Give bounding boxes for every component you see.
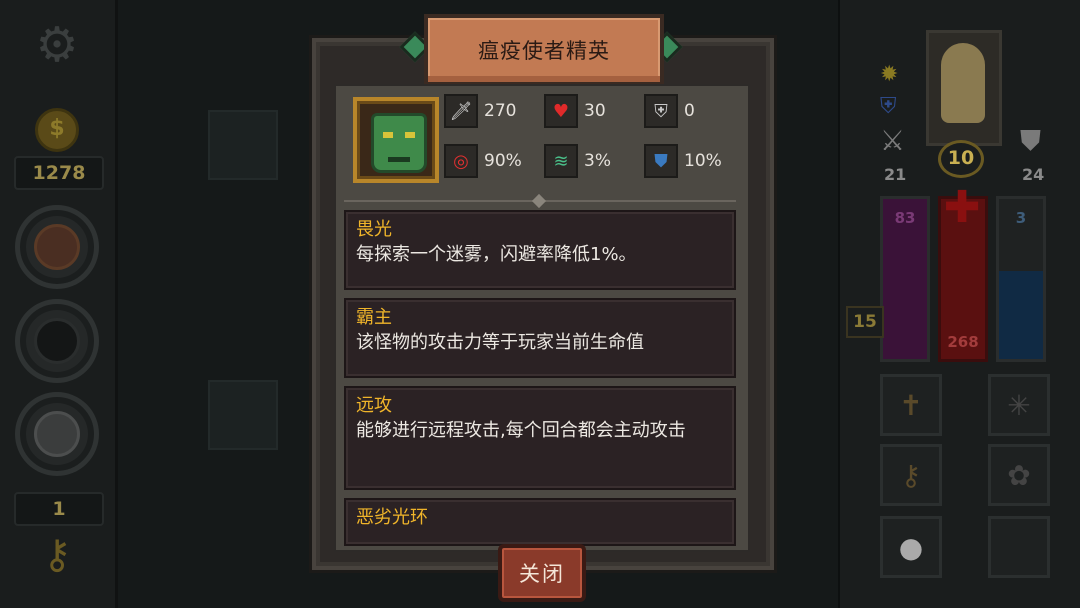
skill-card: 恶劣光环 — [344, 498, 736, 546]
key-count: 1 — [14, 492, 104, 526]
flower-item-slot[interactable]: ✿ — [988, 444, 1050, 506]
stat-resist-value: 10% — [684, 151, 722, 171]
shield-icon: ⛨ — [644, 94, 678, 128]
ring-equipment-slot[interactable] — [14, 299, 100, 383]
hero-attack-value: 21 — [884, 165, 907, 184]
stat-dodge-value: 3% — [584, 151, 611, 171]
target-icon: ◎ — [444, 144, 478, 178]
potion-item-slot[interactable]: ● — [880, 516, 942, 578]
close-button[interactable]: 关闭 — [498, 544, 586, 602]
skill-desc: 能够进行远程攻击,每个回合都会主动攻击 — [356, 420, 686, 441]
skill-name: 恶劣光环 — [356, 507, 428, 528]
weapon-equipment-slot[interactable] — [14, 392, 100, 476]
cross-item-slot[interactable]: ✝ — [880, 374, 942, 436]
shield-bar: 3 — [996, 196, 1046, 362]
stat-dodge: ≋ 3% — [544, 144, 611, 178]
settings-gear-icon[interactable]: ⚙ — [14, 17, 100, 73]
hp-value: 268 — [947, 333, 979, 351]
stat-hit: ◎ 90% — [444, 144, 522, 178]
helmet-status-icon: ⛨ — [880, 94, 897, 119]
stat-attack-value: 270 — [484, 101, 517, 121]
dungeon-tile — [208, 110, 278, 180]
gold-count: 1278 — [14, 156, 104, 190]
key-icon: ⚷ — [42, 532, 72, 578]
key-item-slot[interactable]: ⚷ — [880, 444, 942, 506]
right-hud: ✹ ⛨ ⚔ ⛊ 10 21 24 83 268 ✚ 3 15 ✝ ✳ ⚷ ✿ ● — [840, 0, 1080, 608]
shield-value: 3 — [1015, 209, 1027, 227]
hero-defense-value: 24 — [1022, 165, 1045, 184]
plague-skull-icon — [371, 113, 427, 173]
skill-card: 畏光 每探索一个迷雾，闪避率降低1%。 — [344, 210, 736, 290]
sword-icon: ⚔ — [880, 124, 906, 157]
stat-resist: ⛊ 10% — [644, 144, 722, 178]
hero-portrait[interactable] — [926, 30, 1002, 146]
tornado-icon: ≋ — [544, 144, 578, 178]
stat-hit-value: 90% — [484, 151, 522, 171]
monster-name-banner: 瘟疫使者精英 — [424, 14, 664, 86]
skill-card: 霸主 该怪物的攻击力等于玩家当前生命值 — [344, 298, 736, 378]
left-hud: ⚙ $ 1278 1 ⚷ — [0, 0, 118, 608]
empty-item-slot[interactable] — [988, 516, 1050, 578]
divider — [344, 193, 736, 209]
stat-hp-value: 30 — [584, 101, 606, 121]
holy-item-slot[interactable]: ✳ — [988, 374, 1050, 436]
stat-defense-value: 0 — [684, 101, 695, 121]
shield-icon: ⛊ — [1020, 124, 1042, 157]
dungeon-tile — [208, 380, 278, 450]
stat-hp: ♥ 30 — [544, 94, 606, 128]
skill-desc: 每探索一个迷雾，闪避率降低1%。 — [356, 244, 637, 265]
hero-level-badge: 10 — [938, 140, 984, 178]
sun-status-icon: ✹ — [880, 62, 899, 87]
skill-card: 远攻 能够进行远程攻击,每个回合都会主动攻击 — [344, 386, 736, 490]
skill-desc: 该怪物的攻击力等于玩家当前生命值 — [356, 332, 644, 353]
floor-badge: 15 — [846, 306, 884, 338]
resist-shield-icon: ⛊ — [644, 144, 678, 178]
health-cross-icon: ✚ — [943, 182, 981, 233]
mana-bar: 83 — [880, 196, 930, 362]
shield-equipment-slot[interactable] — [14, 205, 100, 289]
gold-coin-icon: $ — [14, 108, 100, 152]
monster-portrait — [353, 97, 439, 183]
heart-icon: ♥ — [544, 94, 578, 128]
mana-value: 83 — [894, 209, 916, 227]
skill-name: 畏光 — [356, 219, 392, 240]
skill-name: 远攻 — [356, 395, 392, 416]
stat-defense: ⛨ 0 — [644, 94, 695, 128]
skill-name: 霸主 — [356, 307, 392, 328]
stat-attack: 🗡 270 — [444, 94, 517, 128]
sword-icon: 🗡 — [444, 94, 478, 128]
